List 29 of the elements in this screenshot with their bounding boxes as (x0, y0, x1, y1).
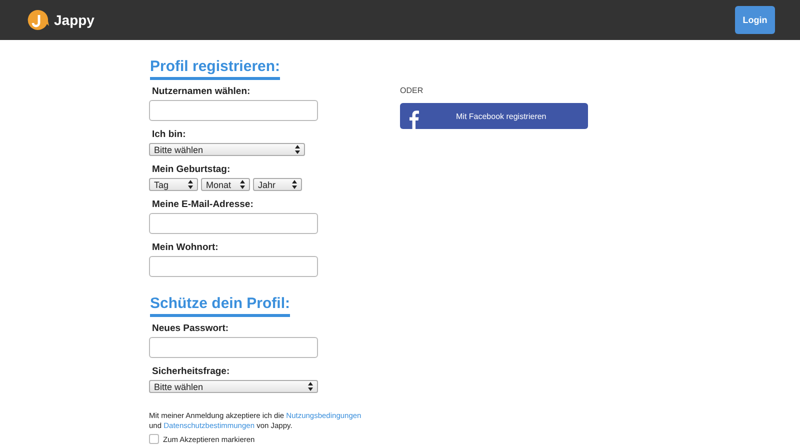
input-field[interactable] (149, 256, 318, 277)
section-title: Schütze dein Profil: (150, 295, 290, 317)
field-label: Ich bin: (152, 129, 187, 140)
dropdown[interactable]: Monat (201, 178, 250, 191)
or-label: ODER (400, 86, 424, 95)
updown-icon (292, 180, 297, 189)
checkbox[interactable] (149, 434, 159, 444)
dropdown[interactable]: Jahr (253, 178, 302, 191)
dropdown[interactable]: Bitte wählen (149, 143, 305, 156)
updown-icon (240, 180, 245, 189)
input-field[interactable] (149, 337, 318, 358)
updown-icon (188, 180, 193, 189)
field-label: Mein Geburtstag: (152, 164, 232, 175)
dropdown[interactable]: Tag (149, 178, 198, 191)
field-label: Mein Wohnort: (152, 242, 220, 253)
brand-name[interactable]: Jappy (54, 12, 94, 28)
updown-icon (308, 382, 313, 391)
section-title: Profil registrieren: (150, 58, 280, 80)
updown-icon (295, 145, 300, 154)
input-field[interactable] (149, 100, 318, 121)
field-label: Sicherheitsfrage: (152, 366, 231, 377)
field-label: Neues Passwort: (152, 323, 230, 334)
input-field[interactable] (149, 213, 318, 234)
f-logo-icon (409, 110, 419, 129)
logo-icon (27, 9, 49, 31)
field-label: Meine E-Mail-Adresse: (152, 199, 254, 210)
dropdown[interactable]: Bitte wählen (149, 380, 318, 393)
facebook-button[interactable]: Mit Facebook registrieren (400, 103, 588, 129)
field-label: Nutzernamen wählen: (152, 86, 252, 97)
